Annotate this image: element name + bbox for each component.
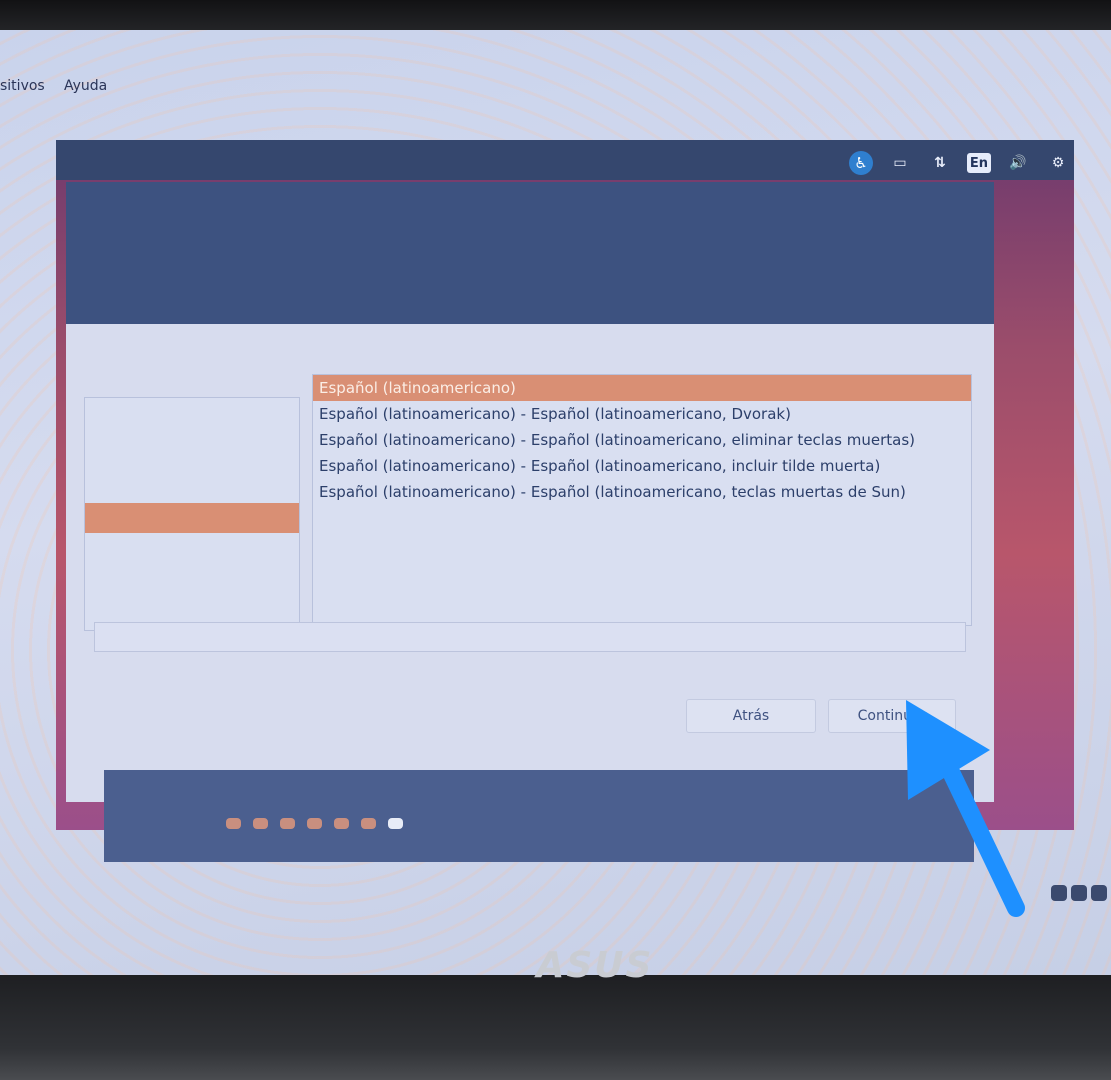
volume-icon[interactable]: 🔊 — [1005, 151, 1031, 175]
list-item[interactable]: Español (latinoamericano) - Español (lat… — [313, 427, 971, 453]
progress-dots — [226, 818, 403, 829]
menu-item-dispositivos[interactable]: sitivos — [0, 78, 45, 94]
taskbar-icon[interactable] — [1071, 885, 1087, 901]
accessibility-icon[interactable]: ♿ — [849, 151, 873, 175]
progress-dot — [226, 818, 241, 829]
installer-progress-panel — [104, 770, 974, 862]
menu-item-ayuda[interactable]: Ayuda — [64, 78, 107, 94]
list-item[interactable]: Español (latinoamericano) - Español (lat… — [313, 401, 971, 427]
list-item[interactable]: Español (latinoamericano) - Español (lat… — [313, 453, 971, 479]
list-item[interactable]: Español (latinoamericano) - Español (lat… — [313, 479, 971, 505]
progress-dot-current — [388, 818, 403, 829]
network-transfer-icon[interactable]: ⇅ — [927, 151, 953, 175]
selected-language-row[interactable] — [85, 503, 299, 533]
battery-icon[interactable]: ▭ — [887, 151, 913, 175]
brand-logo: ASUS — [536, 945, 654, 986]
taskbar-icons — [1051, 885, 1107, 901]
back-button[interactable]: Atrás — [686, 699, 816, 733]
progress-dot — [334, 818, 349, 829]
progress-dot — [253, 818, 268, 829]
taskbar-icon[interactable] — [1091, 885, 1107, 901]
keyboard-test-input[interactable] — [94, 622, 966, 652]
layout-variant-list[interactable]: Español (latinoamericano) Español (latin… — [312, 374, 972, 626]
progress-dot — [361, 818, 376, 829]
system-tray: ♿ ▭ ⇅ En 🔊 ⚙ — [849, 150, 1071, 176]
gear-icon[interactable]: ⚙ — [1045, 151, 1071, 175]
keyboard-layout-indicator[interactable]: En — [967, 153, 991, 173]
progress-dot — [280, 818, 295, 829]
pointer-arrow-icon — [906, 700, 1025, 917]
layout-language-list[interactable] — [84, 397, 300, 631]
progress-dot — [307, 818, 322, 829]
taskbar-icon[interactable] — [1051, 885, 1067, 901]
dialog-header — [66, 182, 994, 324]
laptop-bezel-bottom — [0, 975, 1111, 1080]
keyboard-layout-dialog: Español (latinoamericano) Español (latin… — [66, 182, 994, 802]
list-item[interactable]: Español (latinoamericano) — [313, 375, 971, 401]
